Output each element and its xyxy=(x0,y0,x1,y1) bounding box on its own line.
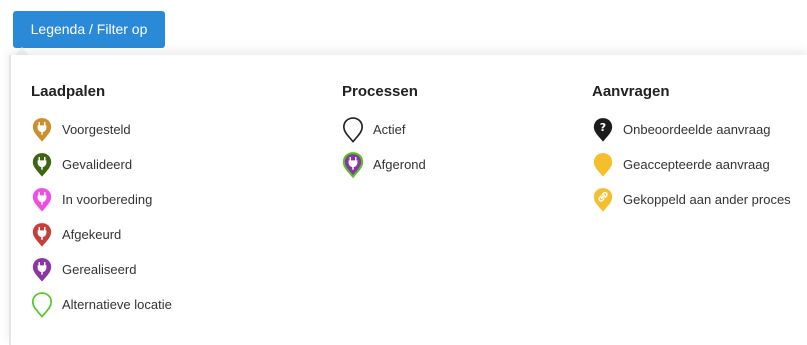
column-heading: Laadpalen xyxy=(31,83,106,100)
link-pin-icon xyxy=(593,187,613,212)
legend-item[interactable]: Gevalideerd xyxy=(31,147,172,182)
legend-item-label: Actief xyxy=(373,122,406,137)
legend-item-label: Voorgesteld xyxy=(62,122,131,137)
legend-items: Actief Afgerond xyxy=(342,112,426,182)
column-heading: Aanvragen xyxy=(592,83,670,100)
legend-item[interactable]: Afgekeurd xyxy=(31,217,172,252)
plug-pin-icon xyxy=(32,152,52,177)
column-processen: Processen Actief Afgerond xyxy=(342,83,426,182)
legend-item[interactable]: Gerealiseerd xyxy=(31,252,172,287)
outline-pin-icon xyxy=(32,291,52,318)
legend-item[interactable]: Voorgesteld xyxy=(31,112,172,147)
legend-items: Voorgesteld Gevalideerd In voorbereding Afg… xyxy=(31,112,172,322)
legend-item-label: Alternatieve locatie xyxy=(62,297,172,312)
legend-item-label: Geaccepteerde aanvraag xyxy=(623,157,770,172)
legend-item-label: In voorbereding xyxy=(62,192,153,207)
legend-item-label: Gekoppeld aan ander proces xyxy=(623,192,791,207)
pin-icon xyxy=(593,152,613,177)
legend-item[interactable]: Alternatieve locatie xyxy=(31,287,172,322)
legend-items: ? Onbeoordeelde aanvraag Geaccepteerde aan… xyxy=(592,112,791,217)
legend-item-label: Afgekeurd xyxy=(62,227,122,242)
legend-panel: Laadpalen Voorgesteld Gevalideerd In voorb… xyxy=(9,55,807,345)
plug-pin-icon xyxy=(32,257,52,282)
legend-filter-button[interactable]: Legenda / Filter op xyxy=(13,11,165,48)
legend-item[interactable]: In voorbereding xyxy=(31,182,172,217)
legend-item[interactable]: Geaccepteerde aanvraag xyxy=(592,147,791,182)
plug-pin-icon xyxy=(342,151,364,178)
column-aanvragen: Aanvragen ? Onbeoordeelde aanvraag Geaccep… xyxy=(592,83,791,217)
legend-item[interactable]: Afgerond xyxy=(342,147,426,182)
legend-item[interactable]: Gekoppeld aan ander proces xyxy=(592,182,791,217)
legend-item-label: Onbeoordeelde aanvraag xyxy=(623,122,771,137)
legend-item-label: Gevalideerd xyxy=(62,157,133,172)
legend-item-label: Gerealiseerd xyxy=(62,262,137,277)
question-pin-icon: ? xyxy=(593,117,613,142)
legend-item[interactable]: Actief xyxy=(342,112,426,147)
column-laadpalen: Laadpalen Voorgesteld Gevalideerd In voorb… xyxy=(31,83,172,322)
outline-pin-icon xyxy=(343,116,363,143)
plug-pin-icon xyxy=(32,117,52,142)
popover-caret xyxy=(15,47,29,55)
column-heading: Processen xyxy=(342,83,418,100)
plug-pin-icon xyxy=(32,222,52,247)
legend-item[interactable]: ? Onbeoordeelde aanvraag xyxy=(592,112,791,147)
legend-item-label: Afgerond xyxy=(373,157,426,172)
svg-text:?: ? xyxy=(600,121,606,134)
plug-pin-icon xyxy=(32,187,52,212)
